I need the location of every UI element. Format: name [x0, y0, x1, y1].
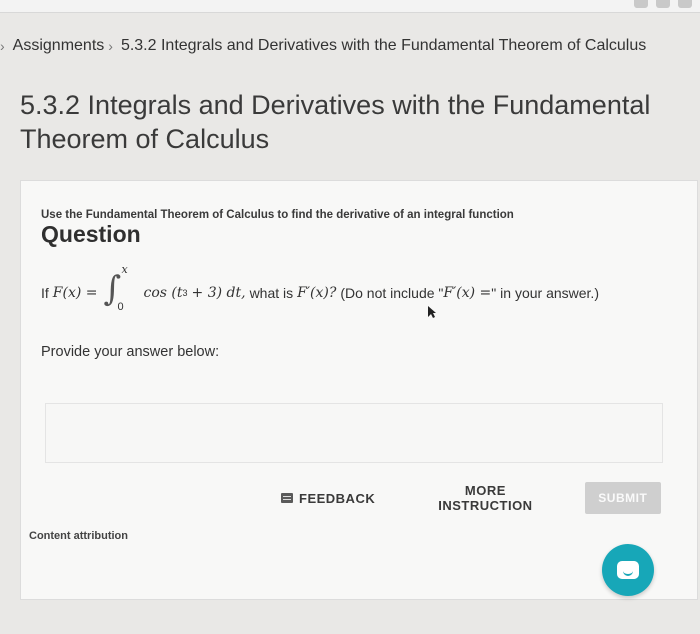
question-text: If F(x) = ∫ x 0 cos (t 3 + 3) dt, what i… [41, 263, 691, 313]
submit-button[interactable]: SUBMIT [584, 482, 661, 514]
question-card: Use the Fundamental Theorem of Calculus … [20, 180, 698, 600]
note-derivative: F′(x) = [443, 285, 492, 301]
function-definition: F(x) = [52, 285, 98, 301]
chat-icon [617, 561, 639, 579]
integral-upper-limit: x [121, 263, 128, 276]
integrand-exponent: 3 [182, 288, 188, 298]
page-title: 5.3.2 Integrals and Derivatives with the… [20, 90, 651, 154]
integral-lower-limit: 0 [117, 301, 124, 313]
integrand-end: + 3) dt, [191, 285, 246, 301]
note-prefix: (Do not include " [340, 285, 444, 301]
content-attribution-link[interactable]: Content attribution [29, 530, 128, 542]
answer-prompt: Provide your answer below: [41, 344, 220, 360]
top-strip-icon [678, 0, 692, 8]
chevron-right-icon: › [108, 38, 113, 54]
breadcrumb: › Assignments › 5.3.2 Integrals and Deri… [0, 28, 700, 64]
mouse-cursor-icon [428, 306, 436, 318]
question-text-prefix: If [41, 285, 49, 301]
breadcrumb-item-current[interactable]: 5.3.2 Integrals and Derivatives with the… [121, 37, 646, 55]
derivative-symbol: F′(x)? [297, 285, 337, 301]
integral-sign: ∫ x 0 [103, 263, 128, 313]
browser-top-strip [0, 0, 700, 13]
question-actions: FEEDBACK MORE INSTRUCTION SUBMIT [281, 481, 661, 515]
chevron-right-icon: › [0, 38, 5, 54]
question-text-mid: what is [249, 285, 294, 301]
feedback-label: FEEDBACK [299, 490, 376, 506]
top-corner-icons [634, 0, 692, 8]
note-suffix: " in your answer.) [491, 285, 599, 301]
more-instruction-button[interactable]: MORE INSTRUCTION [416, 483, 554, 513]
chat-button[interactable] [602, 544, 654, 596]
feedback-icon [281, 493, 293, 503]
top-strip-icon [634, 0, 648, 8]
question-heading: Question [41, 221, 141, 247]
answer-input[interactable] [45, 403, 663, 463]
top-strip-icon [656, 0, 670, 8]
breadcrumb-item-assignments[interactable]: Assignments [13, 37, 105, 55]
question-subtitle: Use the Fundamental Theorem of Calculus … [41, 209, 514, 221]
feedback-button[interactable]: FEEDBACK [281, 491, 375, 506]
integrand-start: cos (t [143, 285, 183, 301]
